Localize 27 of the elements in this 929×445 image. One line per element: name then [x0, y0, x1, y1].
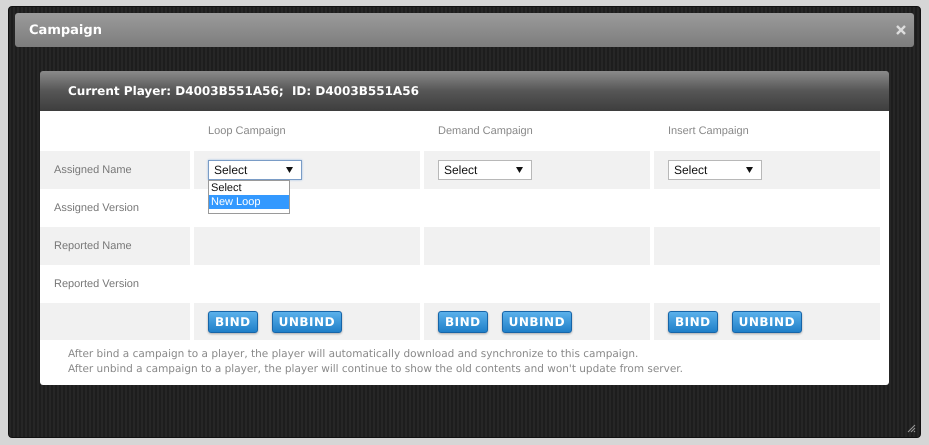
- row-label: Assigned Version: [54, 202, 139, 214]
- row-label: Assigned Name: [54, 164, 132, 176]
- caret-icon: [286, 167, 293, 173]
- column-heading: Loop Campaign: [208, 125, 286, 137]
- help-text: After unbind a campaign to a player, the player will continue to show the old contents and won't update from server.: [68, 363, 684, 375]
- help-text: After bind a campaign to a player, the player will automatically download and synchronize to this campaign.: [68, 348, 640, 360]
- row-label: Reported Name: [54, 240, 132, 252]
- unbind-button[interactable]: UNBIND: [502, 310, 572, 332]
- campaign-select[interactable]: Select: [208, 160, 302, 180]
- column-heading: Insert Campaign: [668, 125, 749, 137]
- unbind-button[interactable]: UNBIND: [272, 310, 342, 332]
- column-heading: Demand Campaign: [438, 125, 533, 137]
- panel-header: Current Player: D4003B551A56; ID: D4003B551A56: [40, 71, 889, 111]
- caret-icon: [746, 167, 753, 173]
- caret-icon: [516, 167, 523, 173]
- row-label: Reported Version: [54, 278, 139, 290]
- resize-grip-icon[interactable]: [906, 423, 916, 433]
- unbind-button[interactable]: UNBIND: [732, 310, 802, 332]
- campaign-select[interactable]: Select: [438, 160, 532, 180]
- dropdown-option[interactable]: Select: [209, 181, 289, 195]
- dropdown-option[interactable]: New Loop: [209, 195, 289, 209]
- bind-button[interactable]: BIND: [668, 310, 718, 332]
- bind-button[interactable]: BIND: [438, 310, 488, 332]
- window-title: Campaign: [29, 22, 102, 38]
- campaign-select[interactable]: Select: [668, 160, 762, 180]
- bind-button[interactable]: BIND: [208, 310, 258, 332]
- close-icon[interactable]: [896, 25, 906, 35]
